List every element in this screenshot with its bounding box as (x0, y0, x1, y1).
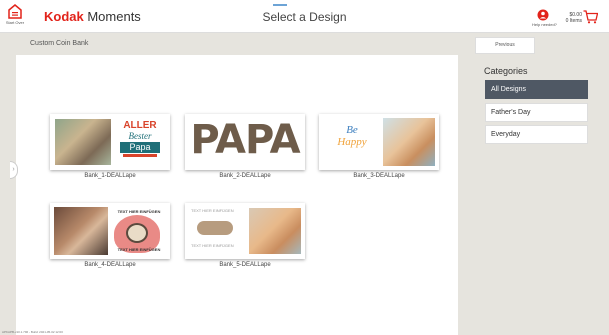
card-text-papa: PAPA (190, 117, 300, 163)
design-gallery: ALLER Bester Papa Bank_1-DEALLape PAPA B… (16, 55, 458, 335)
photo-placeholder (54, 207, 108, 255)
photo-placeholder (55, 119, 111, 165)
card-text-line: TEXT HIER EINFÜGEN (191, 243, 234, 248)
category-all-designs[interactable]: All Designs (485, 80, 588, 99)
help-icon (537, 9, 549, 21)
photo-placeholder (383, 118, 435, 166)
cart-icon[interactable] (583, 10, 598, 24)
design-label: Bank_3-DEALLape (353, 173, 405, 179)
design-thumbnail[interactable]: TEXT HIER EINFÜGEN TEXT HIER EINFÜGEN (185, 203, 305, 259)
card-text-line: Be (346, 124, 358, 136)
decoration-stripes: ALLER Bester Papa (116, 120, 164, 164)
design-label: Bank_2-DEALLape (219, 173, 271, 179)
version-text: APKAPB-v10.1.796 - Build: 2021-05-02 12:… (2, 330, 63, 334)
design-card-1[interactable]: ALLER Bester Papa Bank_1-DEALLape (50, 114, 170, 179)
card-text-line: Happy (337, 136, 367, 148)
page-title: Select a Design (262, 10, 347, 24)
top-bar: Start Over Kodak Moments Select a Design… (0, 0, 609, 33)
previous-button[interactable]: Previous (475, 37, 535, 54)
design-card-2[interactable]: PAPA Bank_2-DEALLape (185, 114, 305, 179)
category-fathers-day[interactable]: Father's Day (485, 103, 588, 122)
design-label: Bank_1-DEALLape (84, 173, 136, 179)
be-happy-text: Be Happy (325, 124, 379, 160)
cart-summary[interactable]: $0.00 0 Items (560, 12, 582, 24)
card-text-line: TEXT HIER EINFÜGEN (191, 208, 234, 213)
decor-bar (123, 154, 157, 157)
sloth-graphic (197, 221, 233, 235)
product-subtitle: Custom Coin Bank (30, 40, 89, 47)
help-label: Help needed? (532, 22, 557, 27)
design-card-5[interactable]: TEXT HIER EINFÜGEN TEXT HIER EINFÜGEN Ba… (185, 203, 305, 268)
categories-title: Categories (484, 66, 528, 76)
photo-placeholder (249, 208, 301, 254)
design-thumbnail[interactable]: TEXT HIER EINFÜGEN TEXT HIER EINFÜGEN (50, 203, 170, 259)
design-thumbnail[interactable]: ALLER Bester Papa (50, 114, 170, 170)
design-thumbnail[interactable]: PAPA (185, 114, 305, 170)
design-label: Bank_5-DEALLape (219, 262, 271, 268)
card-text-line: TEXT HIER EINFÜGEN (117, 247, 161, 252)
card-text-line: TEXT HIER EINFÜGEN (117, 209, 161, 214)
card-text-line: Papa (120, 142, 160, 153)
card-text-line: Bester (128, 131, 152, 141)
design-card-3[interactable]: Be Happy Bank_3-DEALLape (319, 114, 439, 179)
design-label: Bank_4-DEALLape (84, 262, 136, 268)
title-accent-line (273, 4, 287, 6)
pug-graphic (126, 223, 148, 243)
design-thumbnail[interactable]: Be Happy (319, 114, 439, 170)
card-text-line: ALLER (123, 120, 157, 131)
cart-items: 0 Items (565, 18, 582, 24)
category-everyday[interactable]: Everyday (485, 125, 588, 144)
help-button[interactable]: Help needed? (532, 9, 557, 27)
design-card-4[interactable]: TEXT HIER EINFÜGEN TEXT HIER EINFÜGEN Ba… (50, 203, 170, 268)
